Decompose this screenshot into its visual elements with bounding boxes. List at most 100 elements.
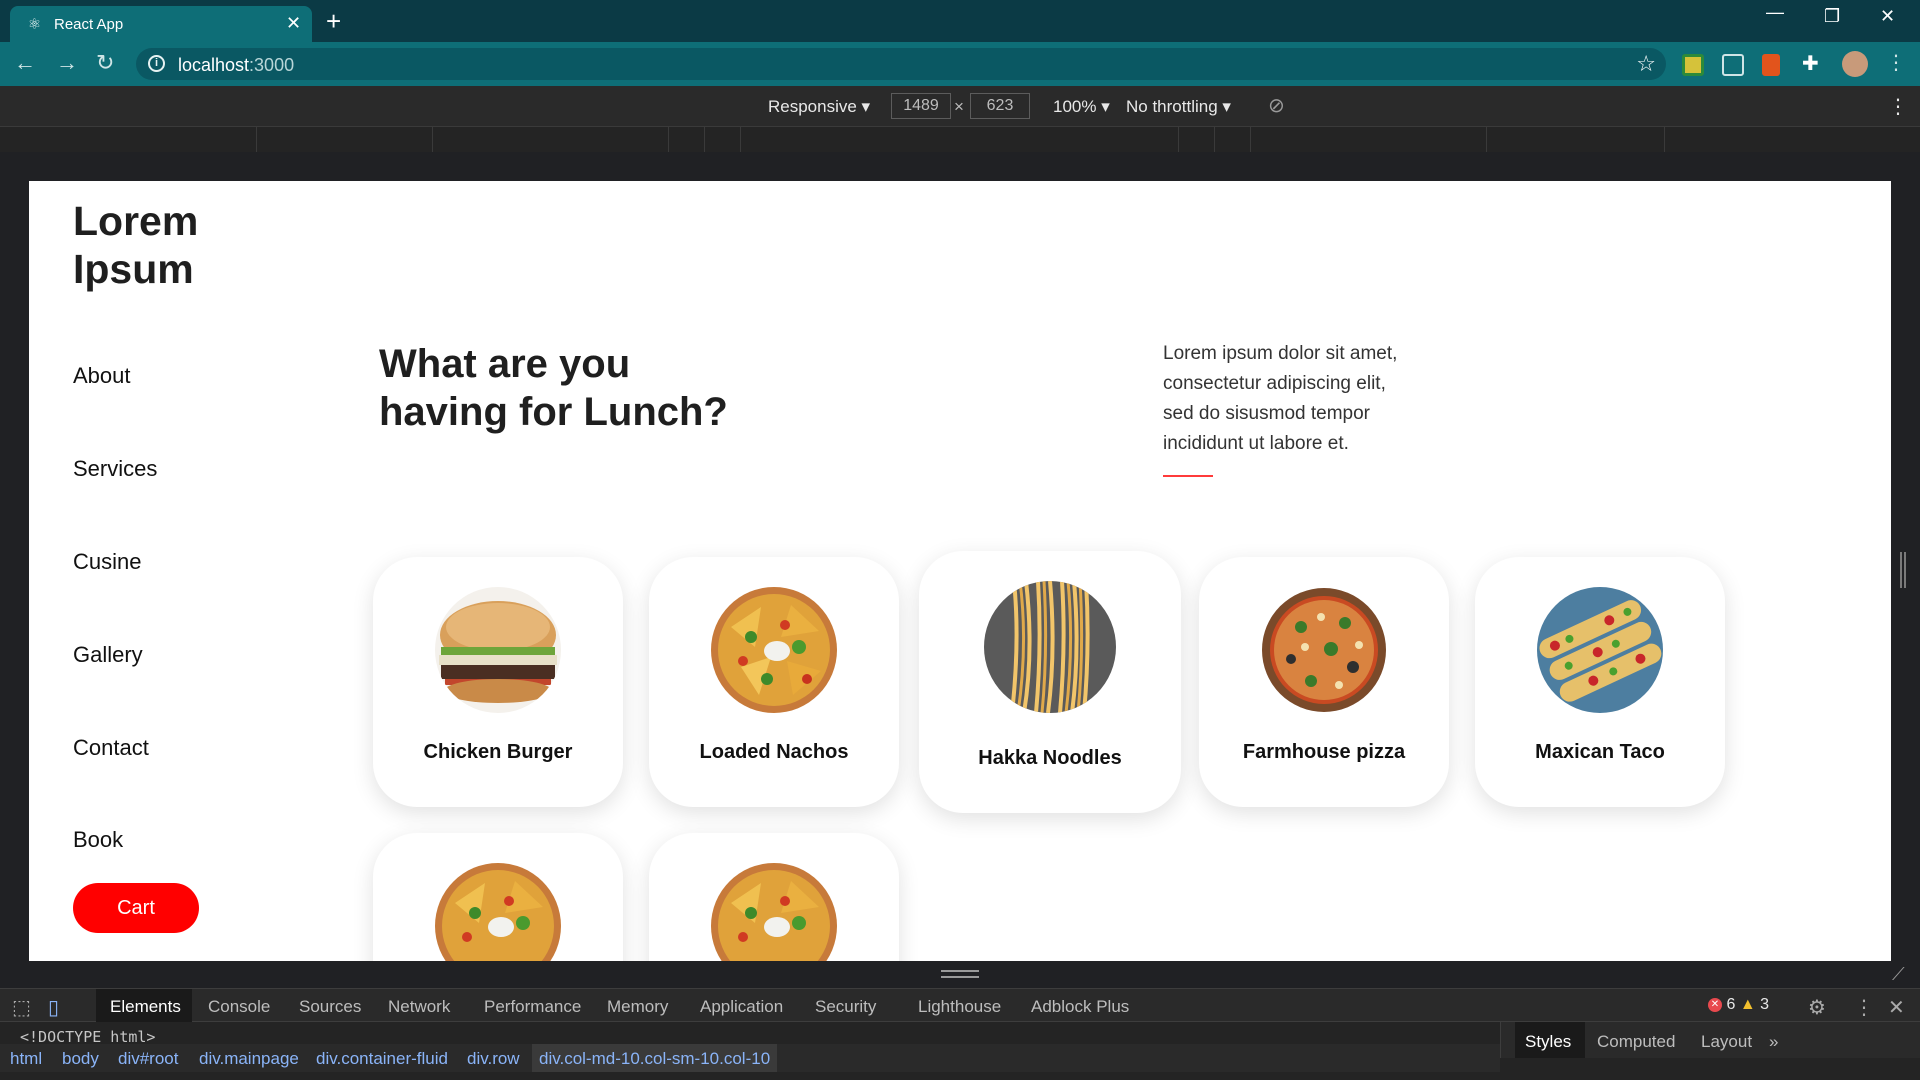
new-tab-icon[interactable]: + (326, 6, 341, 37)
error-count: 6 (1726, 996, 1736, 1013)
devtools-drawer-resize-handle[interactable] (941, 970, 979, 978)
crumb-container-fluid[interactable]: div.container-fluid (316, 1049, 448, 1069)
card-label: Maxican Taco (1535, 741, 1665, 763)
tab-network[interactable]: Network (388, 997, 450, 1017)
device-toggle-icon[interactable]: ▯ (48, 995, 59, 1020)
tab-application[interactable]: Application (700, 997, 783, 1017)
address-bar[interactable]: i localhost:3000 ☆ (136, 48, 1666, 80)
breadcrumb: html body div#root div.mainpage div.cont… (0, 1044, 1500, 1072)
device-mode-select[interactable]: Responsive ▾ (768, 97, 870, 117)
accent-divider (1163, 475, 1213, 477)
nav-cusine[interactable]: Cusine (73, 549, 141, 575)
food-card-hakka-noodles[interactable]: Hakka Noodles (919, 551, 1181, 813)
crumb-html[interactable]: html (10, 1049, 42, 1069)
food-card[interactable] (373, 833, 623, 961)
food-card-loaded-nachos[interactable]: Loaded Nachos (649, 557, 899, 807)
window-close-icon[interactable]: ✕ (1880, 6, 1895, 27)
cart-button[interactable]: Cart (73, 883, 199, 933)
food-card-farmhouse-pizza[interactable]: Farmhouse pizza (1199, 557, 1449, 807)
crumb-row[interactable]: div.row (467, 1049, 520, 1069)
url-text: localhost:3000 (178, 55, 294, 76)
card-label: Chicken Burger (423, 741, 573, 763)
intro-line-2: consectetur adipiscing elit, (1163, 373, 1386, 394)
nav-services[interactable]: Services (73, 456, 157, 482)
tab-console[interactable]: Console (208, 997, 270, 1017)
back-icon[interactable]: ← (14, 50, 36, 76)
browser-toolbar: ← → ↻ i localhost:3000 ☆ ✚ ⋮ (0, 42, 1920, 86)
site-logo[interactable]: Lorem Ipsum (73, 197, 198, 293)
zoom-select[interactable]: 100% ▾ (1053, 97, 1110, 117)
device-toolbar: Responsive ▾ 1489 × 623 100% ▾ No thrott… (0, 86, 1920, 126)
corner-resize-icon[interactable]: ⟋ (1892, 964, 1905, 985)
tab-sources[interactable]: Sources (299, 997, 361, 1017)
settings-gear-icon[interactable]: ⚙ (1808, 995, 1826, 1020)
throttling-select[interactable]: No throttling ▾ (1126, 97, 1231, 117)
url-host: localhost (178, 55, 250, 75)
logo-line-1: Lorem (73, 198, 199, 244)
crumb-body[interactable]: body (62, 1049, 99, 1069)
warning-count: 3 (1760, 996, 1770, 1013)
browser-tab[interactable]: ⚛ React App ✕ (10, 6, 312, 42)
browser-menu-icon[interactable]: ⋮ (1886, 50, 1906, 75)
logo-line-2: Ipsum (73, 246, 194, 292)
site-info-icon[interactable]: i (148, 55, 165, 72)
issues-counter[interactable]: ✕ 6 ▲ 3 (1708, 996, 1769, 1014)
headline-line-2: having for Lunch? (379, 390, 728, 434)
crumb-root[interactable]: div#root (118, 1049, 178, 1069)
tab-title: React App (54, 16, 124, 33)
extensions-puzzle-icon[interactable]: ✚ (1802, 51, 1824, 75)
tab-layout[interactable]: Layout (1701, 1032, 1752, 1052)
nav-book[interactable]: Book (73, 827, 123, 853)
tab-computed[interactable]: Computed (1597, 1032, 1675, 1052)
card-label: Loaded Nachos (699, 741, 849, 763)
tab-security[interactable]: Security (815, 997, 876, 1017)
rotate-icon[interactable]: ⊘ (1268, 93, 1285, 118)
reload-icon[interactable]: ↻ (96, 50, 114, 76)
crumb-mainpage[interactable]: div.mainpage (199, 1049, 299, 1069)
crumb-col[interactable]: div.col-md-10.col-sm-10.col-10 (539, 1049, 770, 1069)
restore-icon[interactable]: ❐ (1824, 6, 1840, 27)
tab-memory[interactable]: Memory (607, 997, 668, 1017)
tab-lighthouse[interactable]: Lighthouse (918, 997, 1001, 1017)
throttling-label: No throttling (1126, 97, 1218, 116)
nav-contact[interactable]: Contact (73, 735, 149, 761)
dimension-times: × (954, 97, 964, 116)
taco-image (1537, 587, 1663, 713)
inspect-element-icon[interactable]: ⬚ (12, 995, 31, 1020)
minimize-icon[interactable]: — (1766, 2, 1784, 23)
device-toolbar-more-icon[interactable]: ⋮ (1888, 94, 1908, 119)
close-tab-icon[interactable]: ✕ (286, 13, 301, 34)
viewport-resize-handle[interactable] (1900, 552, 1906, 588)
profile-avatar[interactable] (1842, 51, 1868, 77)
height-input[interactable]: 623 (970, 93, 1030, 119)
food-card-chicken-burger[interactable]: Chicken Burger (373, 557, 623, 807)
nav-gallery[interactable]: Gallery (73, 642, 143, 668)
sheets-extension-icon[interactable] (1682, 54, 1704, 76)
intro-line-4: incididunt ut labore et. (1163, 433, 1349, 454)
error-icon: ✕ (1708, 997, 1722, 1012)
office-extension-icon[interactable] (1762, 54, 1780, 76)
page-headline: What are you having for Lunch? (379, 340, 728, 436)
card-label: Farmhouse pizza (1242, 741, 1406, 763)
food-card[interactable] (649, 833, 899, 961)
devtools-tab-bar: ⬚ ▯ Elements Console Sources Network Per… (0, 988, 1920, 1022)
nav-about[interactable]: About (73, 363, 131, 389)
screen-extension-icon[interactable] (1722, 54, 1744, 76)
tab-elements[interactable]: Elements (110, 997, 181, 1017)
bookmark-star-icon[interactable]: ☆ (1636, 51, 1656, 77)
warning-icon: ▲ (1739, 996, 1756, 1013)
tab-styles[interactable]: Styles (1525, 1032, 1571, 1052)
food-card-maxican-taco[interactable]: Maxican Taco (1475, 557, 1725, 807)
more-tabs-icon[interactable]: » (1769, 1032, 1778, 1052)
tab-adblock-plus[interactable]: Adblock Plus (1031, 997, 1129, 1017)
url-port: :3000 (249, 55, 295, 75)
width-input[interactable]: 1489 (891, 93, 951, 119)
zoom-label: 100% (1053, 97, 1097, 116)
styles-pane-tabs: Styles Computed Layout » (1500, 1022, 1920, 1058)
media-query-bar (0, 126, 1920, 152)
close-devtools-icon[interactable]: ✕ (1888, 995, 1905, 1020)
devtools-more-icon[interactable]: ⋮ (1854, 995, 1874, 1020)
nachos-image (711, 863, 837, 961)
tab-performance[interactable]: Performance (484, 997, 581, 1017)
forward-icon[interactable]: → (56, 50, 78, 76)
